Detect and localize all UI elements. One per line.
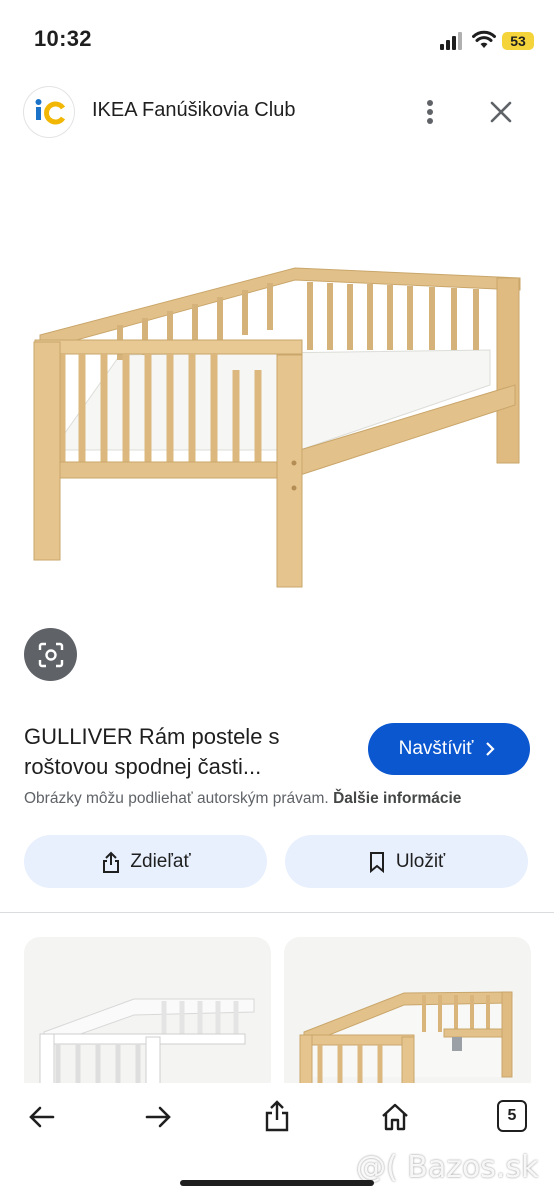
share-toolbar-icon[interactable]	[258, 1094, 296, 1138]
back-arrow-icon[interactable]	[22, 1098, 60, 1136]
home-indicator	[180, 1180, 374, 1186]
save-button[interactable]: Uložiť	[285, 835, 528, 888]
copyright-text: Obrázky môžu podliehať autorským právam.	[24, 790, 329, 807]
related-image-card-wood[interactable]	[284, 937, 531, 1097]
battery-icon: 53	[502, 32, 534, 50]
share-icon	[103, 851, 120, 873]
lens-button[interactable]	[24, 628, 77, 681]
status-time: 10:32	[34, 26, 92, 51]
result-title[interactable]: GULLIVER Rám postele s roštovou spodnej …	[24, 722, 344, 782]
visit-button-label: Navštíviť	[398, 738, 474, 759]
more-vert-icon[interactable]	[414, 94, 446, 130]
wifi-icon	[472, 30, 496, 48]
home-icon[interactable]	[376, 1097, 414, 1137]
related-image-card-white[interactable]	[24, 937, 271, 1097]
save-label: Uložiť	[395, 850, 446, 872]
forward-arrow-icon[interactable]	[140, 1098, 178, 1136]
signal-icon	[440, 32, 462, 50]
product-image[interactable]	[0, 150, 554, 610]
watermark: @( Bazos.sk	[356, 1150, 539, 1185]
close-icon[interactable]	[484, 94, 518, 130]
divider	[0, 912, 554, 913]
white-bed-image	[39, 998, 255, 1097]
bookmark-icon	[369, 851, 384, 873]
visit-button[interactable]: Navštíviť	[368, 723, 530, 775]
site-logo[interactable]	[24, 87, 74, 137]
share-button[interactable]: Zdieľať	[24, 835, 267, 888]
more-info-link[interactable]: Ďalšie informácie	[333, 790, 461, 807]
lens-icon	[38, 642, 63, 667]
chevron-right-icon	[486, 742, 495, 756]
copyright-notice: Obrázky môžu podliehať autorským právam.…	[24, 790, 544, 808]
tabs-icon[interactable]: 5	[497, 1100, 527, 1132]
ic-logo-icon	[35, 99, 66, 125]
site-title: IKEA Fanúšikovia Club	[92, 99, 296, 121]
wood-bed-image	[299, 991, 514, 1097]
share-label: Zdieľať	[130, 850, 191, 872]
